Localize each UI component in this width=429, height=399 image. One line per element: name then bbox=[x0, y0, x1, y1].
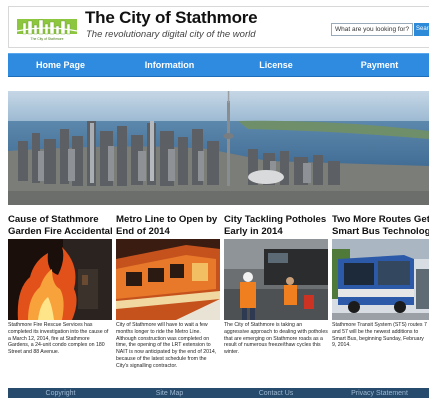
main-nav: Home Page Information License Payment bbox=[8, 53, 429, 77]
article-summary: City of Stathmore will have to wait a fe… bbox=[116, 322, 217, 369]
site-tagline: The revolutionary digital city of the wo… bbox=[86, 29, 256, 40]
article-garden-fire: Cause of Stathmore Garden Fire Accidenta… bbox=[8, 214, 113, 355]
article-title-line[interactable]: Cause of Stathmore bbox=[8, 214, 112, 226]
article-summary: The City of Stathmore is taking an aggre… bbox=[224, 322, 328, 356]
footer-link-contact-us[interactable]: Contact Us bbox=[226, 388, 326, 398]
article-image-train[interactable] bbox=[116, 239, 220, 320]
article-title-line[interactable]: End of 2014 bbox=[116, 226, 220, 238]
article-title-line[interactable]: Two More Routes Get bbox=[332, 214, 429, 226]
site-title: The City of Stathmore bbox=[85, 8, 258, 27]
nav-license[interactable]: License bbox=[226, 54, 326, 76]
footer-link-site-map[interactable]: Site Map bbox=[117, 388, 222, 398]
search-button[interactable]: Search bbox=[414, 23, 429, 36]
article-summary: Stathmore Transit System (STS) routes 7 … bbox=[332, 322, 427, 349]
article-summary: Stathmore Fire Rescue Services has compl… bbox=[8, 322, 109, 356]
nav-home-page[interactable]: Home Page bbox=[8, 54, 113, 76]
article-title-line[interactable]: Metro Line to Open by bbox=[116, 214, 220, 226]
article-image-bus[interactable] bbox=[332, 239, 429, 320]
article-metro-line: Metro Line to Open by End of 2014 City o… bbox=[116, 214, 220, 369]
nav-information[interactable]: Information bbox=[117, 54, 222, 76]
footer-link-copyright[interactable]: Copyright bbox=[8, 388, 113, 398]
article-title-line[interactable]: Smart Bus Technology bbox=[332, 226, 429, 238]
article-title-line[interactable]: Early in 2014 bbox=[224, 226, 328, 238]
article-image-fire[interactable] bbox=[8, 239, 112, 320]
city-logo[interactable]: The City of Stathmore bbox=[15, 11, 79, 43]
article-title-line[interactable]: City Tackling Potholes bbox=[224, 214, 328, 226]
article-potholes: City Tackling Potholes Early in 2014 The… bbox=[224, 214, 328, 355]
search-input[interactable] bbox=[331, 23, 413, 36]
article-smart-bus: Two More Routes Get Smart Bus Technology… bbox=[332, 214, 429, 348]
footer-link-privacy-statement[interactable]: Privacy Statement bbox=[330, 388, 429, 398]
article-image-road-crew[interactable] bbox=[224, 239, 328, 320]
nav-payment[interactable]: Payment bbox=[330, 54, 429, 76]
site-footer: Copyright Site Map Contact Us Privacy St… bbox=[8, 388, 429, 398]
logo-caption: The City of Stathmore bbox=[31, 37, 64, 41]
article-title-line[interactable]: Garden Fire Accidental bbox=[8, 226, 113, 238]
hero-city-skyline-image bbox=[8, 91, 429, 205]
